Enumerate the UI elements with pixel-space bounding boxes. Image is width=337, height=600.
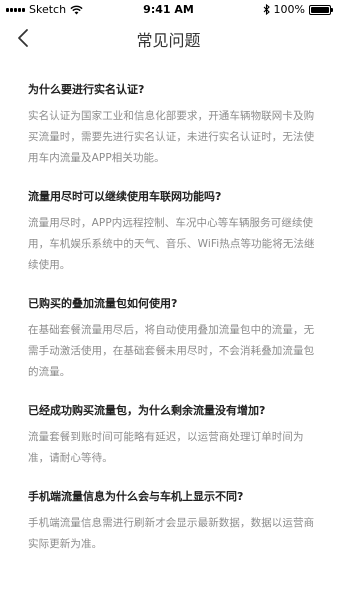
faq-question: 为什么要进行实名认证? [28, 83, 145, 96]
status-right: 100% [263, 3, 333, 16]
bluetooth-icon [263, 4, 270, 15]
faq-item: 已经成功购买流量包，为什么剩余流量没有增加? 流量套餐到账时间可能略有延迟，以运… [28, 403, 320, 469]
faq-item: 为什么要进行实名认证? 实名认证为国家工业和信息化部要求，开通车辆物联网卡及购买… [28, 82, 320, 169]
battery-percent: 100% [273, 3, 305, 16]
faq-answer: 实名认证为国家工业和信息化部要求，开通车辆物联网卡及购买流量时，需要先进行实名认… [28, 110, 315, 164]
faq-item: 手机端流量信息为什么会与车机上显示不同? 手机端流量信息需进行刷新才会显示最新数… [28, 489, 320, 555]
nav-bar: 常见问题 [0, 20, 337, 56]
faq-answer: 在基础套餐流量用尽后，将自动使用叠加流量包中的流量，无需手动激活使用，在基础套餐… [28, 324, 315, 378]
faq-answer: 手机端流量信息需进行刷新才会显示最新数据，数据以运营商实际更新为准。 [28, 517, 315, 550]
battery-icon [309, 4, 333, 15]
faq-question: 手机端流量信息为什么会与车机上显示不同? [28, 490, 244, 503]
faq-answer: 流量用尽时，APP内远程控制、车况中心等车辆服务可继续使用，车机娱乐系统中的天气… [28, 217, 315, 271]
status-bar: Sketch 9:41 AM 100% [0, 0, 337, 20]
faq-item: 流量用尽时可以继续使用车联网功能吗? 流量用尽时，APP内远程控制、车况中心等车… [28, 189, 320, 276]
faq-question: 已经成功购买流量包，为什么剩余流量没有增加? [28, 404, 266, 417]
faq-item: 已购买的叠加流量包如何使用? 在基础套餐流量用尽后，将自动使用叠加流量包中的流量… [28, 296, 320, 383]
faq-question: 流量用尽时可以继续使用车联网功能吗? [28, 190, 222, 203]
page-title: 常见问题 [136, 31, 201, 50]
faq-list: 为什么要进行实名认证? 实名认证为国家工业和信息化部要求，开通车辆物联网卡及购买… [28, 82, 320, 575]
faq-answer: 流量套餐到账时间可能略有延迟，以运营商处理订单时间为准，请耐心等待。 [28, 431, 304, 464]
faq-question: 已购买的叠加流量包如何使用? [28, 297, 178, 310]
